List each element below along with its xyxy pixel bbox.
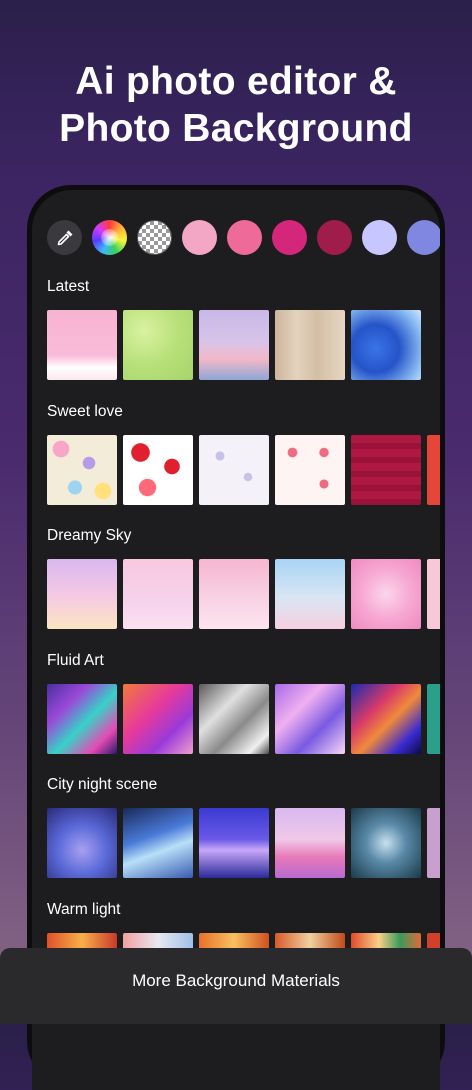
section-fluid-art: Fluid Art — [47, 650, 440, 754]
color-swatch[interactable] — [362, 220, 397, 255]
section-title: Dreamy Sky — [47, 527, 132, 544]
section-dreamy-sky: Dreamy Sky — [47, 525, 440, 629]
section-title: Sweet love — [47, 403, 123, 420]
color-wheel-button[interactable] — [92, 220, 127, 255]
thumbnail-row — [47, 435, 440, 505]
background-thumbnail[interactable] — [199, 435, 269, 505]
background-thumbnail[interactable] — [351, 435, 421, 505]
background-thumbnail[interactable] — [123, 310, 193, 380]
background-thumbnail[interactable] — [47, 808, 117, 878]
section-city-night-scene: City night scene — [47, 774, 440, 878]
background-thumbnail[interactable] — [123, 435, 193, 505]
section-title: Warm light — [47, 901, 121, 918]
background-thumbnail[interactable] — [351, 684, 421, 754]
background-thumbnail[interactable] — [123, 559, 193, 629]
background-thumbnail[interactable] — [427, 808, 440, 878]
background-thumbnail[interactable] — [351, 310, 421, 380]
transparent-swatch[interactable] — [137, 220, 172, 255]
background-thumbnail[interactable] — [351, 808, 421, 878]
headline-line-2: Photo Background — [59, 107, 413, 150]
background-thumbnail[interactable] — [123, 808, 193, 878]
section-sweet-love: Sweet love — [47, 401, 440, 505]
background-thumbnail[interactable] — [199, 559, 269, 629]
headline-line-1: Ai photo editor & — [75, 60, 397, 103]
background-thumbnail[interactable] — [47, 684, 117, 754]
section-title: City night scene — [47, 776, 158, 793]
background-thumbnail[interactable] — [199, 808, 269, 878]
background-thumbnail[interactable] — [199, 310, 269, 380]
thumbnail-row — [47, 684, 440, 754]
color-swatch[interactable] — [317, 220, 352, 255]
thumbnail-row — [47, 808, 440, 878]
background-thumbnail[interactable] — [47, 310, 117, 380]
eyedropper-button[interactable] — [47, 220, 82, 255]
background-thumbnail[interactable] — [275, 310, 345, 380]
color-swatch[interactable] — [182, 220, 217, 255]
headline: Ai photo editor & Photo Background — [0, 58, 472, 152]
color-swatch[interactable] — [227, 220, 262, 255]
background-thumbnail[interactable] — [123, 684, 193, 754]
color-swatch[interactable] — [272, 220, 307, 255]
section-title: Fluid Art — [47, 652, 104, 669]
background-thumbnail[interactable] — [47, 559, 117, 629]
background-thumbnail[interactable] — [351, 559, 421, 629]
color-palette — [47, 220, 440, 255]
section-title: Latest — [47, 278, 90, 295]
more-background-materials-button[interactable]: More Background Materials — [0, 948, 472, 1024]
background-thumbnail[interactable] — [275, 808, 345, 878]
thumbnail-row — [47, 559, 440, 629]
background-thumbnail[interactable] — [427, 559, 440, 629]
background-thumbnail[interactable] — [275, 435, 345, 505]
background-thumbnail[interactable] — [47, 435, 117, 505]
background-thumbnail[interactable] — [199, 684, 269, 754]
more-background-materials-label: More Background Materials — [132, 971, 340, 990]
background-thumbnail[interactable] — [427, 435, 440, 505]
background-thumbnail[interactable] — [275, 684, 345, 754]
eyedropper-icon — [57, 230, 72, 245]
section-latest: Latest — [47, 276, 440, 380]
background-thumbnail[interactable] — [275, 559, 345, 629]
color-swatch[interactable] — [407, 220, 440, 255]
thumbnail-row — [47, 310, 440, 380]
background-thumbnail[interactable] — [427, 684, 440, 754]
